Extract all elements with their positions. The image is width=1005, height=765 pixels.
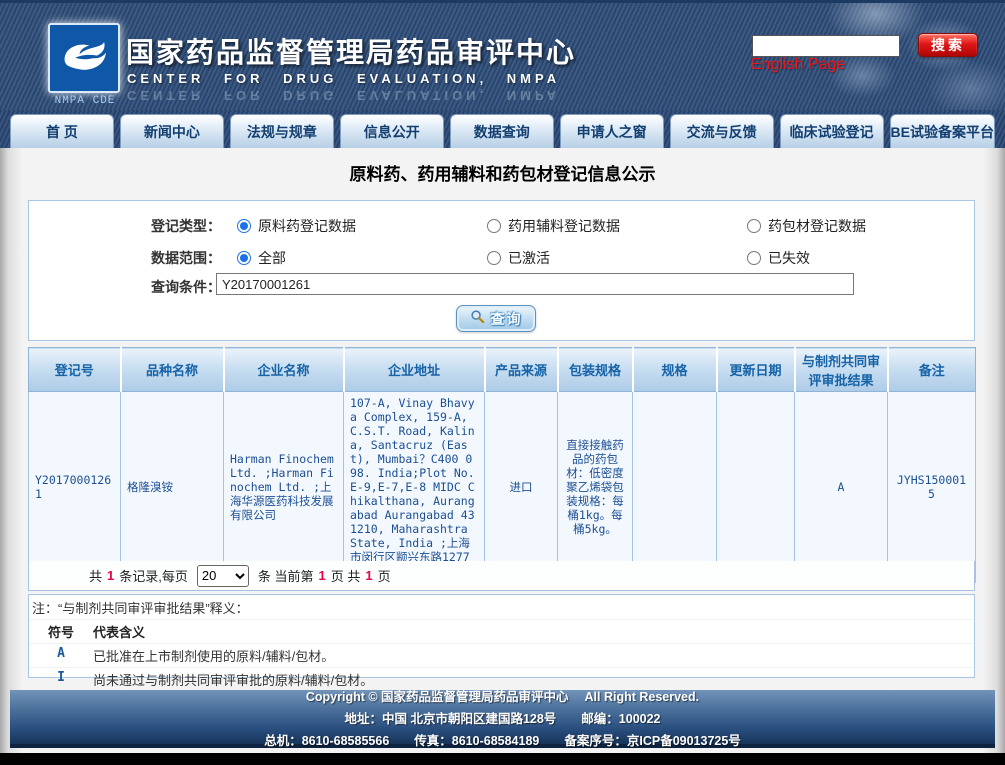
radio-expired[interactable]: 已失效 [747,248,810,268]
page-title: 原料药、药用辅料和药包材登记信息公示 [0,160,1005,185]
header-search-input[interactable] [752,35,900,57]
radio-all-label: 全部 [258,248,286,268]
cell-update-date [717,392,795,583]
col-joint-review-result: 与制剂共同审评审批结果 [795,348,888,392]
site-title-en-reflection: CENTER FOR DRUG EVALUATION, NMPA [127,88,560,103]
cell-spec [633,392,717,583]
cell-company-address: 107-A, Vinay Bhavya Complex, 159-A, C.S.… [344,392,485,583]
col-company-name: 企业名称 [224,348,344,392]
site-title-en: CENTER FOR DRUG EVALUATION, NMPA [127,71,560,86]
cell-product-name: 格隆溴铵 [121,392,224,583]
cell-joint-review-result: A [795,392,888,583]
radio-unselected-icon[interactable] [487,251,501,265]
nav-tab-news[interactable]: 新闻中心 [120,114,224,148]
cell-product-source: 进口 [485,392,558,583]
data-range-label: 数据范围： [29,248,221,268]
total-records: 1 [107,568,114,583]
current-page: 1 [319,568,326,583]
col-company-address: 企业地址 [344,348,485,392]
radio-packaging-data[interactable]: 药包材登记数据 [747,216,866,236]
site-title-cn: 国家药品监督管理局药品审评中心 [126,31,576,71]
radio-unselected-icon[interactable] [487,219,501,233]
radio-unselected-icon[interactable] [747,219,761,233]
radio-excipient-data-label: 药用辅料登记数据 [508,216,620,236]
col-update-date: 更新日期 [717,348,795,392]
nav-tab-home[interactable]: 首 页 [10,114,114,148]
cell-remark: JYHS1500015 [888,392,976,583]
pagination-text: 条 当前第 [258,566,314,585]
nav-tab-clinical-trial-registry[interactable]: 临床试验登记 [780,114,884,148]
swan-logo-icon [56,31,112,86]
col-registration-no: 登记号 [29,348,121,392]
nav-tab-data-query[interactable]: 数据查询 [450,114,554,148]
page: NMPA CDE 国家药品监督管理局药品审评中心 CENTER FOR DRUG… [0,0,1005,765]
col-remark: 备注 [888,348,976,392]
search-icon [470,309,485,329]
registration-type-row: 登记类型： 原料药登记数据 药用辅料登记数据 药包材登记数据 [29,216,974,234]
nav-tab-regulations[interactable]: 法规与规章 [230,114,334,148]
bottom-black-bar [0,753,1005,765]
legend-row-a: A 已批准在上市制剂使用的原料/辅料/包材。 [29,643,974,667]
radio-expired-label: 已失效 [768,248,810,268]
logo-caption: NMPA CDE [40,95,130,107]
legend-symbol: A [29,646,93,665]
nav-tab-info-disclosure[interactable]: 信息公开 [340,114,444,148]
pagination-text: 共 [89,566,102,585]
radio-unselected-icon[interactable] [747,251,761,265]
site-header: NMPA CDE 国家药品监督管理局药品审评中心 CENTER FOR DRUG… [0,0,1005,110]
query-form: 登记类型： 原料药登记数据 药用辅料登记数据 药包材登记数据 数据范围： 全部 [28,200,975,341]
nav-tab-communication[interactable]: 交流与反馈 [670,114,774,148]
legend-header-row: 符号 代表含义 [29,619,974,643]
col-spec: 规格 [633,348,717,392]
legend-symbol-header: 符号 [29,622,93,641]
main-nav: 首 页 新闻中心 法规与规章 信息公开 数据查询 申请人之窗 交流与反馈 临床试… [0,110,1005,148]
radio-api-data-label: 原料药登记数据 [258,216,356,236]
nav-tab-be-trial-platform[interactable]: BE试验备案平台 [890,114,995,148]
footer-address: 地址：中国 北京市朝阳区建国路128号 邮编：100022 [10,708,995,727]
radio-selected-icon[interactable] [237,251,251,265]
radio-packaging-data-label: 药包材登记数据 [768,216,866,236]
radio-activated-label: 已激活 [508,248,550,268]
total-pages: 1 [365,568,372,583]
table-row: Y20170001261 格隆溴铵 Harman Finochem Ltd. ;… [29,392,976,583]
table-header-row: 登记号 品种名称 企业名称 企业地址 产品来源 包装规格 规格 更新日期 与制剂… [29,348,976,392]
pagination-text: 条记录,每页 [119,566,188,585]
site-footer: Copyright © 国家药品监督管理局药品审评中心 All Right Re… [10,690,995,748]
pagination-text: 页 共 [331,566,361,585]
pagination-text: 页 [378,566,391,585]
radio-excipient-data[interactable]: 药用辅料登记数据 [487,216,620,236]
radio-selected-icon[interactable] [237,219,251,233]
registration-type-label: 登记类型： [29,216,221,236]
legend-meaning-header: 代表含义 [93,622,974,641]
nmpa-cde-logo[interactable] [48,23,120,93]
cell-company-name: Harman Finochem Ltd. ;Harman Finochem Lt… [224,392,344,583]
results-table: 登记号 品种名称 企业名称 企业地址 产品来源 包装规格 规格 更新日期 与制剂… [28,347,976,583]
radio-activated[interactable]: 已激活 [487,248,550,268]
page-size-select[interactable]: 20 [197,565,249,587]
legend-notes: 注：“与制剂共同审评审批结果”释义： 符号 代表含义 A 已批准在上市制剂使用的… [28,594,975,678]
footer-copyright: Copyright © 国家药品监督管理局药品审评中心 All Right Re… [10,686,995,705]
radio-api-data[interactable]: 原料药登记数据 [237,216,356,236]
english-page-link[interactable]: English Page [751,56,845,74]
query-condition-input[interactable] [216,273,854,295]
query-condition-label: 查询条件： [29,277,221,297]
col-product-source: 产品来源 [485,348,558,392]
legend-meaning: 已批准在上市制剂使用的原料/辅料/包材。 [93,646,974,665]
footer-contact: 总机：8610-68585566 传真：8610-68584189 备案序号：京… [10,730,995,749]
query-submit-button[interactable]: 查询 [456,305,536,332]
cell-registration-no: Y20170001261 [29,392,121,583]
legend-title: 注：“与制剂共同审评审批结果”释义： [29,595,974,619]
pagination-bar: 共 1 条记录,每页 20 条 当前第 1 页 共 1 页 [28,561,975,591]
col-product-name: 品种名称 [121,348,224,392]
header-search-button[interactable]: 搜索 [918,33,978,57]
data-range-row: 数据范围： 全部 已激活 已失效 [29,248,974,266]
col-packaging-spec: 包装规格 [558,348,633,392]
nav-tab-applicant-window[interactable]: 申请人之窗 [560,114,664,148]
radio-all[interactable]: 全部 [237,248,286,268]
cell-packaging-spec: 直接接触药品的药包材：低密度聚乙烯袋包装规格：每桶1kg。每桶5kg。 [558,392,633,583]
query-submit-label: 查询 [491,309,523,329]
